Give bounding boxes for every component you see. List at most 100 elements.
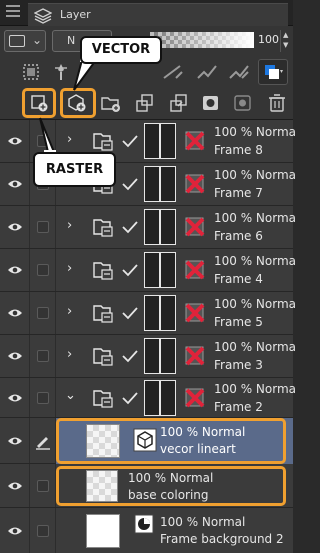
layer-thumbnail [86, 470, 118, 502]
folder-checkmark-icon[interactable] [121, 177, 139, 191]
opacity-stepper[interactable]: ▲ ▼ [280, 30, 292, 52]
layer-name: vecor lineart [160, 442, 236, 456]
tab-title: Layer [60, 8, 91, 21]
layer-blend-text: 100 % Norma [214, 125, 297, 139]
transfer-to-lower-icon[interactable] [132, 91, 158, 115]
lock-checkbox[interactable] [37, 392, 49, 404]
mask-disabled-icon[interactable] [183, 301, 207, 325]
layer-row-frame-5[interactable]: › 100 % Norma Frame 5 [0, 292, 296, 335]
layer-blend-text: 100 % Norma [214, 211, 297, 225]
color-icon[interactable] [226, 60, 252, 84]
folder-checkmark-icon[interactable] [121, 134, 139, 148]
layer-color-icon[interactable] [258, 59, 288, 85]
lock-checkbox[interactable] [37, 525, 49, 537]
panel-tab-bar: Layer [0, 0, 293, 26]
folder-checkmark-icon[interactable] [121, 391, 139, 405]
visibility-eye-icon[interactable] [7, 481, 23, 491]
layer-name: Frame 5 [214, 315, 263, 329]
mask-disabled-icon[interactable] [183, 172, 207, 196]
tab-layer[interactable]: Layer [28, 3, 288, 26]
stepper-up-icon[interactable]: ▲ [283, 31, 288, 39]
layer-blend-text: 100 % Norma [214, 168, 297, 182]
layer-row-base-coloring[interactable]: 100 % Normal base coloring [0, 464, 293, 508]
expand-chevron-icon[interactable]: › [67, 132, 72, 147]
lock-checkbox[interactable] [37, 307, 49, 319]
layer-blend-text: 100 % Norma [214, 254, 297, 268]
layer-name: Frame background 2 [160, 532, 284, 546]
expand-chevron-icon[interactable]: › [67, 347, 72, 362]
lock-checkbox[interactable] [37, 480, 49, 492]
layer-row-frame-4[interactable]: › 100 % Norma Frame 4 [0, 249, 297, 292]
layer-name: base coloring [128, 488, 209, 502]
layer-row-frame-background-2[interactable]: 100 % Normal Frame background 2 [0, 508, 293, 553]
frame-thumbnail [144, 252, 176, 288]
mask-disabled-icon[interactable] [183, 258, 207, 282]
layer-thumbnail [86, 424, 120, 458]
stepper-down-icon[interactable]: ▼ [283, 41, 288, 49]
frame-thumbnail [144, 338, 176, 374]
visibility-eye-icon[interactable] [7, 136, 23, 146]
mask-layer-icon[interactable] [198, 91, 224, 115]
new-folder-icon[interactable] [98, 91, 124, 115]
frame-thumbnail [144, 123, 176, 159]
layer-blend-text: 100 % Normal [160, 425, 246, 439]
grip-icon[interactable] [6, 4, 20, 20]
mask-disabled-icon[interactable] [183, 344, 207, 368]
mask-icon[interactable] [18, 60, 44, 84]
layer-row-frame-3[interactable]: › 100 % Norma Frame 3 [0, 335, 296, 378]
lock-checkbox[interactable] [37, 350, 49, 362]
visibility-eye-icon[interactable] [7, 265, 23, 275]
combine-icon[interactable] [166, 91, 192, 115]
chevron-down-icon: ⌄ [32, 33, 43, 47]
folder-icon [93, 348, 113, 366]
frame-thumbnail [144, 295, 176, 331]
visibility-eye-icon[interactable] [7, 436, 23, 446]
opacity-slider-fill [150, 32, 254, 48]
folder-checkmark-icon[interactable] [121, 306, 139, 320]
new-raster-layer-icon[interactable] [26, 91, 52, 115]
layer-row-frame-2[interactable]: ⌄ 100 % Norma Frame 2 [0, 378, 297, 418]
frame-thumbnail [144, 380, 176, 416]
layer-row-frame-6[interactable]: › 100 % Norma Frame 6 [0, 206, 297, 249]
layer-property-button[interactable]: ⌄ [4, 30, 46, 52]
mask-disabled-icon[interactable] [183, 215, 207, 239]
folder-icon [93, 262, 113, 280]
visibility-eye-icon[interactable] [7, 351, 23, 361]
opacity-slider[interactable] [150, 32, 254, 48]
layer-blend-text: 100 % Normal [128, 471, 214, 485]
layer-row-vector-lineart[interactable]: 100 % Normal vecor lineart [0, 418, 293, 464]
folder-icon [93, 305, 113, 323]
collapse-chevron-icon[interactable]: ⌄ [65, 388, 76, 403]
layer-name: Frame 8 [214, 143, 263, 157]
mask-disabled-icon[interactable] [183, 129, 207, 153]
folder-checkmark-icon[interactable] [121, 263, 139, 277]
layer-name: Frame 2 [214, 400, 263, 414]
layer-name: Frame 6 [214, 229, 263, 243]
lock-checkbox[interactable] [37, 264, 49, 276]
visibility-eye-icon[interactable] [7, 308, 23, 318]
layers-icon [33, 8, 53, 24]
opacity-value[interactable]: 100 [258, 33, 279, 46]
new-vector-layer-icon[interactable] [64, 91, 90, 115]
apply-mask-icon[interactable] [230, 91, 256, 115]
visibility-eye-icon[interactable] [7, 526, 23, 536]
lock-checkbox[interactable] [37, 221, 49, 233]
folder-checkmark-icon[interactable] [121, 220, 139, 234]
raster-callout-pointer [39, 117, 56, 156]
clip-icon[interactable] [160, 60, 186, 84]
expand-chevron-icon[interactable]: › [67, 304, 72, 319]
layer-blend-text: 100 % Normal [160, 515, 246, 529]
layer-name: Frame 3 [214, 358, 263, 372]
visibility-eye-icon[interactable] [7, 393, 23, 403]
folder-checkmark-icon[interactable] [121, 349, 139, 363]
delete-layer-icon[interactable] [264, 91, 290, 115]
mask-disabled-icon[interactable] [183, 386, 207, 410]
vector-callout: VECTOR [80, 36, 162, 64]
raster-callout: RASTER [33, 152, 116, 187]
expand-chevron-icon[interactable]: › [67, 261, 72, 276]
visibility-eye-icon[interactable] [7, 222, 23, 232]
layer-blend-text: 100 % Norma [214, 382, 297, 396]
visibility-eye-icon[interactable] [7, 179, 23, 189]
ruler-icon[interactable] [194, 60, 220, 84]
expand-chevron-icon[interactable]: › [67, 218, 72, 233]
